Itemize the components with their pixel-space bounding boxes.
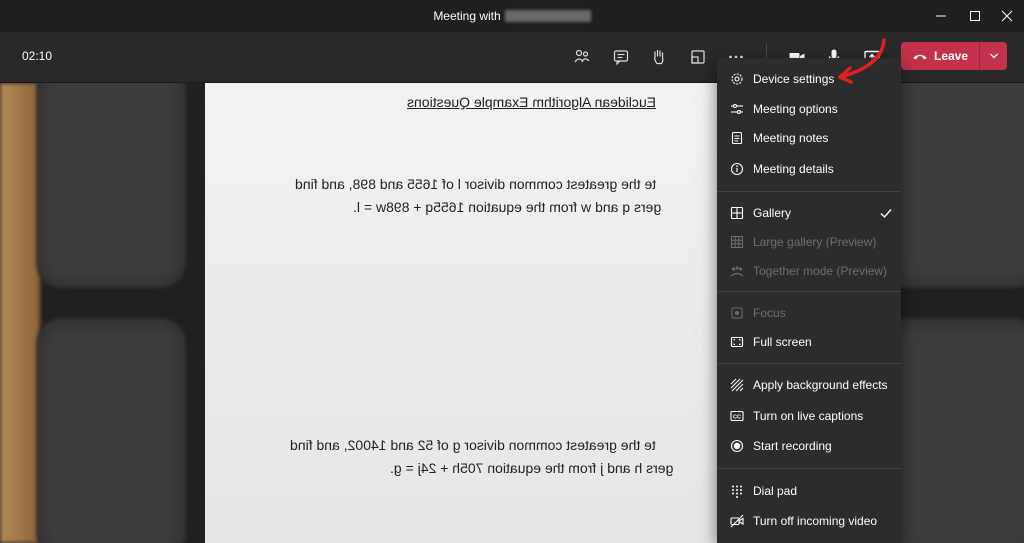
menu-item-label: Focus [753,306,786,320]
menu-item-label: Large gallery (Preview) [753,235,877,249]
participants-button[interactable] [567,42,597,72]
menu-item-label: Meeting options [753,102,838,116]
menu-item-label: Meeting details [753,162,834,176]
window-title: Meeting with [433,9,501,23]
background-effects-icon [729,377,745,393]
background-tile [880,83,1024,288]
menu-divider [717,468,901,469]
menu-divider [717,191,901,192]
menu-item-label: Together mode (Preview) [753,264,888,278]
dialpad-icon [729,483,745,499]
meeting-timer: 02:10 [22,49,53,63]
maximize-button[interactable] [958,0,992,32]
minimize-icon [936,15,946,17]
leave-button[interactable]: Leave [901,42,979,70]
desk-surface [0,83,40,543]
menu-item-label: Turn on live captions [753,409,864,423]
focus-icon [729,305,745,321]
maximize-icon [970,11,980,21]
info-icon [729,161,745,177]
menu-item-together-mode[interactable]: Together mode (Preview) [717,257,901,285]
menu-item-label: Dial pad [753,484,798,498]
menu-item-gallery[interactable]: Gallery [717,199,901,227]
hang-up-icon [913,54,927,60]
menu-divider [717,363,901,364]
menu-item-start-recording[interactable]: Start recording [717,432,901,460]
paper-heading: Euclidean Algorithm Example Questions [407,94,657,110]
large-gallery-icon [729,234,745,250]
menu-item-meeting-options[interactable]: Meeting options [717,95,901,123]
menu-item-large-gallery[interactable]: Large gallery (Preview) [717,228,901,256]
chat-icon [613,50,629,66]
leave-label: Leave [933,49,969,63]
more-actions-menu: Device settings Meeting options Meeting … [717,58,901,543]
menu-item-label: Full screen [753,335,812,349]
paper-question-1-line-2: gers q and w from the equation 1655q + 8… [353,199,662,215]
menu-item-label: Start recording [753,439,832,453]
checkmark-icon [880,209,892,219]
participants-icon [574,49,590,63]
close-icon [1001,10,1013,22]
menu-item-live-captions[interactable]: CC Turn on live captions [717,402,901,430]
gallery-icon [729,205,745,221]
record-icon [729,438,745,454]
chat-button[interactable] [606,42,636,72]
menu-item-label: Apply background effects [753,378,888,392]
raise-hand-button[interactable] [644,42,674,72]
title-bar: Meeting with [0,0,1024,32]
leave-button-group: Leave [901,42,1007,70]
close-button[interactable] [990,0,1024,32]
captions-icon: CC [729,408,745,424]
breakout-rooms-button[interactable] [683,42,713,72]
background-tile [36,318,186,543]
menu-divider [717,291,901,292]
hand-icon [654,49,664,65]
svg-text:CC: CC [733,415,741,421]
paper-question-2-line-1: te the greatest common divisor g of 52 a… [290,437,656,453]
paper-question-2-line-2: gers h and j from the equation 705h + 24… [390,460,674,476]
minimize-button[interactable] [924,0,958,32]
leave-options-button[interactable] [980,42,1007,70]
annotation-arrow [838,38,886,84]
gear-icon [729,71,745,87]
breakout-rooms-icon [691,50,705,64]
chevron-down-icon [989,53,998,59]
background-tile [880,318,1024,543]
menu-item-focus[interactable]: Focus [717,299,901,327]
redacted-participant-name [504,10,591,22]
menu-item-label: Meeting notes [753,131,829,145]
menu-item-background-effects[interactable]: Apply background effects [717,371,901,399]
menu-item-label: Gallery [753,206,792,220]
paper-document: Euclidean Algorithm Example Questions te… [205,83,725,543]
menu-item-turn-off-incoming-video[interactable]: Turn off incoming video [717,507,901,535]
menu-item-dial-pad[interactable]: Dial pad [717,477,901,505]
paper-question-1-line-1: te the greatest common divisor l of 1655… [295,176,657,192]
menu-item-meeting-details[interactable]: Meeting details [717,155,901,183]
menu-item-label: Turn off incoming video [753,514,878,528]
together-mode-icon [729,263,745,279]
video-off-icon [729,513,745,529]
fullscreen-icon [729,334,745,350]
menu-item-full-screen[interactable]: Full screen [717,328,901,356]
notes-icon [729,130,745,146]
menu-item-label: Device settings [753,72,835,86]
background-tile [36,83,186,288]
menu-item-meeting-notes[interactable]: Meeting notes [717,124,901,152]
sliders-icon [729,101,745,117]
